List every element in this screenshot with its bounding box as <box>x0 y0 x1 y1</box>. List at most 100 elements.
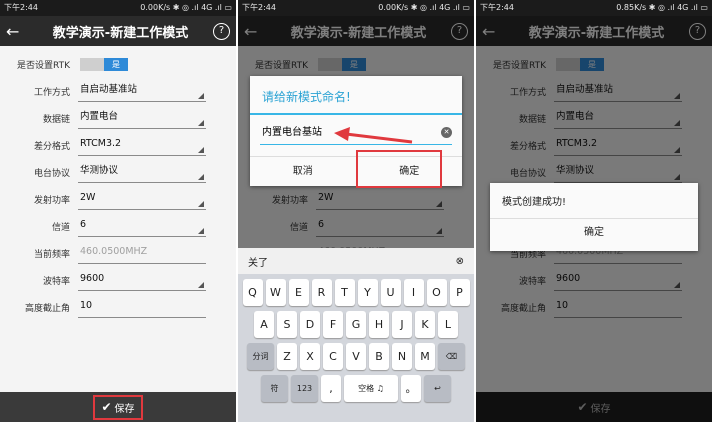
keyboard-key[interactable]: T <box>334 279 355 306</box>
field-label: 当前频率 <box>33 249 70 260</box>
dropdown-corner-icon <box>198 281 204 288</box>
form-rows: 工作方式自启动基准站数据链内置电台差分格式 RTCM3.2 电台协议华测协议发射功率… <box>0 79 236 319</box>
field-label: 波特率 <box>42 276 70 287</box>
keyboard-key[interactable]: C <box>323 343 343 370</box>
keyboard-key[interactable]: V <box>346 343 366 370</box>
form-row: 当前频率 460.0500MHZ <box>0 241 236 265</box>
field-value-text: 460.0500MHZ <box>80 245 148 257</box>
keyboard-close-button[interactable]: 关了 <box>248 254 268 269</box>
keyboard-toolbar: 关了 ⊗ <box>238 248 474 274</box>
keyboard-key[interactable]: Z <box>277 343 297 370</box>
keyboard-key[interactable]: K <box>415 311 435 338</box>
field-value[interactable]: 华测协议 <box>78 162 206 183</box>
keyboard-key[interactable]: D <box>300 311 320 338</box>
keyboard-key[interactable]: E <box>288 279 309 306</box>
status-bar: 下午2:44 0.85K/s ✱ ◎ .ıl 4G .ıl ▭ <box>476 0 712 16</box>
keyboard-key[interactable]: Q <box>242 279 263 306</box>
cancel-button[interactable]: 取消 <box>250 157 356 186</box>
keyboard-key[interactable]: X <box>300 343 320 370</box>
segment-key[interactable]: 分词 <box>247 343 274 370</box>
keyboard-key[interactable]: B <box>369 343 389 370</box>
form-row: 差分格式 RTCM3.2 <box>0 133 236 157</box>
check-icon: ✔ <box>101 400 112 414</box>
field-label: 差分格式 <box>33 141 70 152</box>
field-value[interactable]: 6 <box>78 216 206 237</box>
field-value-text: 华测协议 <box>80 164 119 176</box>
backspace-key[interactable]: ⌫ <box>438 343 465 370</box>
keyboard-key[interactable]: R <box>311 279 332 306</box>
confirm-button[interactable]: 确定 <box>490 219 698 247</box>
keyboard-key[interactable]: O <box>426 279 447 306</box>
keyboard-key[interactable]: , <box>321 375 341 402</box>
field-value[interactable]: 9600 <box>78 270 206 291</box>
back-arrow-icon[interactable]: ← <box>6 22 28 41</box>
keyboard-key[interactable]: J <box>392 311 412 338</box>
status-time: 下午2:44 <box>242 3 276 12</box>
keyboard-key[interactable]: M <box>415 343 435 370</box>
settings-form: 是否设置RTK 是 工作方式自启动基准站数据链内置电台差分格式 RTCM3.2 电台… <box>0 52 236 319</box>
field-value[interactable]: 自启动基准站 <box>78 81 206 102</box>
page-title: 教学演示-新建工作模式 <box>52 25 189 41</box>
status-indicators: 0.00K/s ✱ ◎ .ıl 4G .ıl ▭ <box>378 3 470 12</box>
dropdown-corner-icon <box>198 146 204 153</box>
keyboard-key[interactable]: G <box>346 311 366 338</box>
keyboard-key[interactable]: L <box>438 311 458 338</box>
save-button[interactable]: ✔ 保存 <box>93 394 143 420</box>
dropdown-corner-icon <box>198 200 204 207</box>
keyboard-row-4: 符 123, 空格 ♫。 ↩ <box>238 375 474 402</box>
keyboard-key[interactable]: 空格 ♫ <box>344 375 398 402</box>
save-bar: ✔ 保存 <box>0 392 236 422</box>
field-value[interactable]: 2W <box>78 189 206 210</box>
keyboard-key[interactable]: A <box>254 311 274 338</box>
status-time: 下午2:44 <box>4 3 38 12</box>
status-bar: 下午2:44 0.00K/s ✱ ◎ .ıl 4G .ıl ▭ <box>238 0 474 16</box>
highlight-box <box>356 150 442 188</box>
status-bar: 下午2:44 0.00K/s ✱ ◎ .ıl 4G .ıl ▭ <box>0 0 236 16</box>
keyboard-key[interactable]: 123 <box>291 375 318 402</box>
dropdown-corner-icon <box>198 173 204 180</box>
dropdown-corner-icon <box>198 227 204 234</box>
status-indicators: 0.00K/s ✱ ◎ .ıl 4G .ıl ▭ <box>140 3 232 12</box>
form-row: 信道 6 <box>0 214 236 238</box>
success-message: 模式创建成功! <box>490 183 698 219</box>
form-row: 发射功率 2W <box>0 187 236 211</box>
keyboard-key[interactable]: 符 <box>261 375 288 402</box>
field-value[interactable]: RTCM3.2 <box>78 135 206 156</box>
field-value-text: RTCM3.2 <box>80 137 122 149</box>
rtk-toggle[interactable]: 是 <box>80 57 128 71</box>
keyboard-row-1: QWERTYUIOP <box>238 279 474 306</box>
mode-name-value: 内置电台基站 <box>262 127 322 138</box>
keyboard-key[interactable]: N <box>392 343 412 370</box>
screen-name-dialog: 下午2:44 0.00K/s ✱ ◎ .ıl 4G .ıl ▭ ← 教学演示-新… <box>238 0 474 422</box>
screen-success-dialog: 下午2:44 0.85K/s ✱ ◎ .ıl 4G .ıl ▭ ← 教学演示-新… <box>476 0 712 422</box>
keyboard-key[interactable]: P <box>449 279 470 306</box>
keyboard-row-2: ASDFGHJKL <box>238 311 474 338</box>
help-icon[interactable]: ? <box>213 22 230 40</box>
field-label: 信道 <box>51 222 70 233</box>
status-time: 下午2:44 <box>480 3 514 12</box>
keyboard-key[interactable]: 。 <box>401 375 421 402</box>
field-value[interactable]: 10 <box>78 297 206 318</box>
field-value-text: 6 <box>80 218 87 230</box>
keyboard-key[interactable]: H <box>369 311 389 338</box>
keyboard-key[interactable]: U <box>380 279 401 306</box>
status-indicators: 0.85K/s ✱ ◎ .ıl 4G .ıl ▭ <box>616 3 708 12</box>
clear-icon[interactable]: ✕ <box>441 127 452 138</box>
field-value-text: 自启动基准站 <box>80 83 138 95</box>
screen-form: 下午2:44 0.00K/s ✱ ◎ .ıl 4G .ıl ▭ ← 教学演示-新… <box>0 0 236 422</box>
field-label: 数据链 <box>42 114 70 125</box>
dropdown-corner-icon <box>198 119 204 126</box>
keyboard-key[interactable]: Y <box>357 279 378 306</box>
keyboard-key[interactable]: W <box>265 279 286 306</box>
keyboard-key[interactable]: I <box>403 279 424 306</box>
soft-keyboard: 关了 ⊗ QWERTYUIOP ASDFGHJKL 分词 Z X C V B N M ⌫ 符1… <box>238 248 474 422</box>
field-label: 高度截止角 <box>24 303 70 314</box>
field-value[interactable]: 内置电台 <box>78 108 206 129</box>
keyboard-key[interactable]: ↩ <box>424 375 451 402</box>
form-row: 数据链内置电台 <box>0 106 236 130</box>
keyboard-dismiss-icon[interactable]: ⊗ <box>456 256 464 267</box>
keyboard-key[interactable]: F <box>323 311 343 338</box>
field-value-text: 2W <box>80 191 96 203</box>
keyboard-key[interactable]: S <box>277 311 297 338</box>
field-value: 460.0500MHZ <box>78 243 206 264</box>
